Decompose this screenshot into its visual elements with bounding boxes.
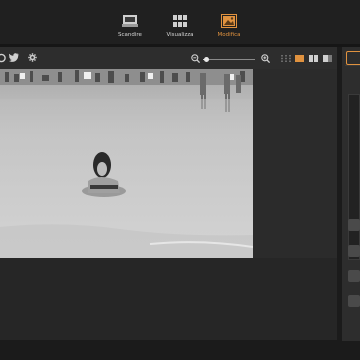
zoom-out-icon[interactable]: [191, 54, 200, 63]
scan-mode-label: Scandire: [118, 32, 142, 38]
adjustments-panel: [342, 47, 360, 341]
editor-toolbar: [0, 47, 337, 69]
zoom-in-icon[interactable]: [261, 54, 270, 63]
panel-list[interactable]: [348, 94, 360, 260]
panel-tab[interactable]: [346, 51, 360, 65]
panel-button-2[interactable]: [348, 245, 360, 257]
view-mode-label: Visualizza: [166, 32, 194, 38]
scanner-icon: [122, 15, 138, 27]
panel-divider: [345, 65, 360, 66]
gear-icon[interactable]: [28, 53, 37, 62]
split-view-icon[interactable]: [309, 55, 318, 62]
edit-mode-button[interactable]: Modifica: [204, 14, 254, 42]
zoom-slider-track[interactable]: [203, 57, 255, 62]
panel-button-1[interactable]: [348, 219, 360, 231]
filmstrip: [0, 258, 337, 340]
single-view-icon[interactable]: [295, 55, 304, 62]
image-canvas: [0, 69, 337, 340]
edit-mode-label: Modifica: [217, 32, 241, 38]
panel-button-4[interactable]: [348, 295, 360, 307]
mode-bar: Scandire Visualizza Modifica: [0, 0, 360, 44]
share-icon[interactable]: [0, 53, 6, 63]
status-bar: [0, 341, 360, 360]
beach-photo[interactable]: [0, 69, 253, 258]
zoom-slider-knob[interactable]: [204, 57, 209, 62]
compare-view-icon[interactable]: [323, 55, 332, 62]
scan-mode-button[interactable]: Scandire: [105, 14, 155, 42]
photo-edit-icon: [221, 14, 237, 28]
twitter-icon[interactable]: [9, 53, 19, 62]
view-mode-button[interactable]: Visualizza: [155, 14, 205, 42]
panel-button-3[interactable]: [348, 270, 360, 282]
grid-icon: [173, 15, 187, 27]
grid-view-icon[interactable]: [281, 55, 291, 62]
